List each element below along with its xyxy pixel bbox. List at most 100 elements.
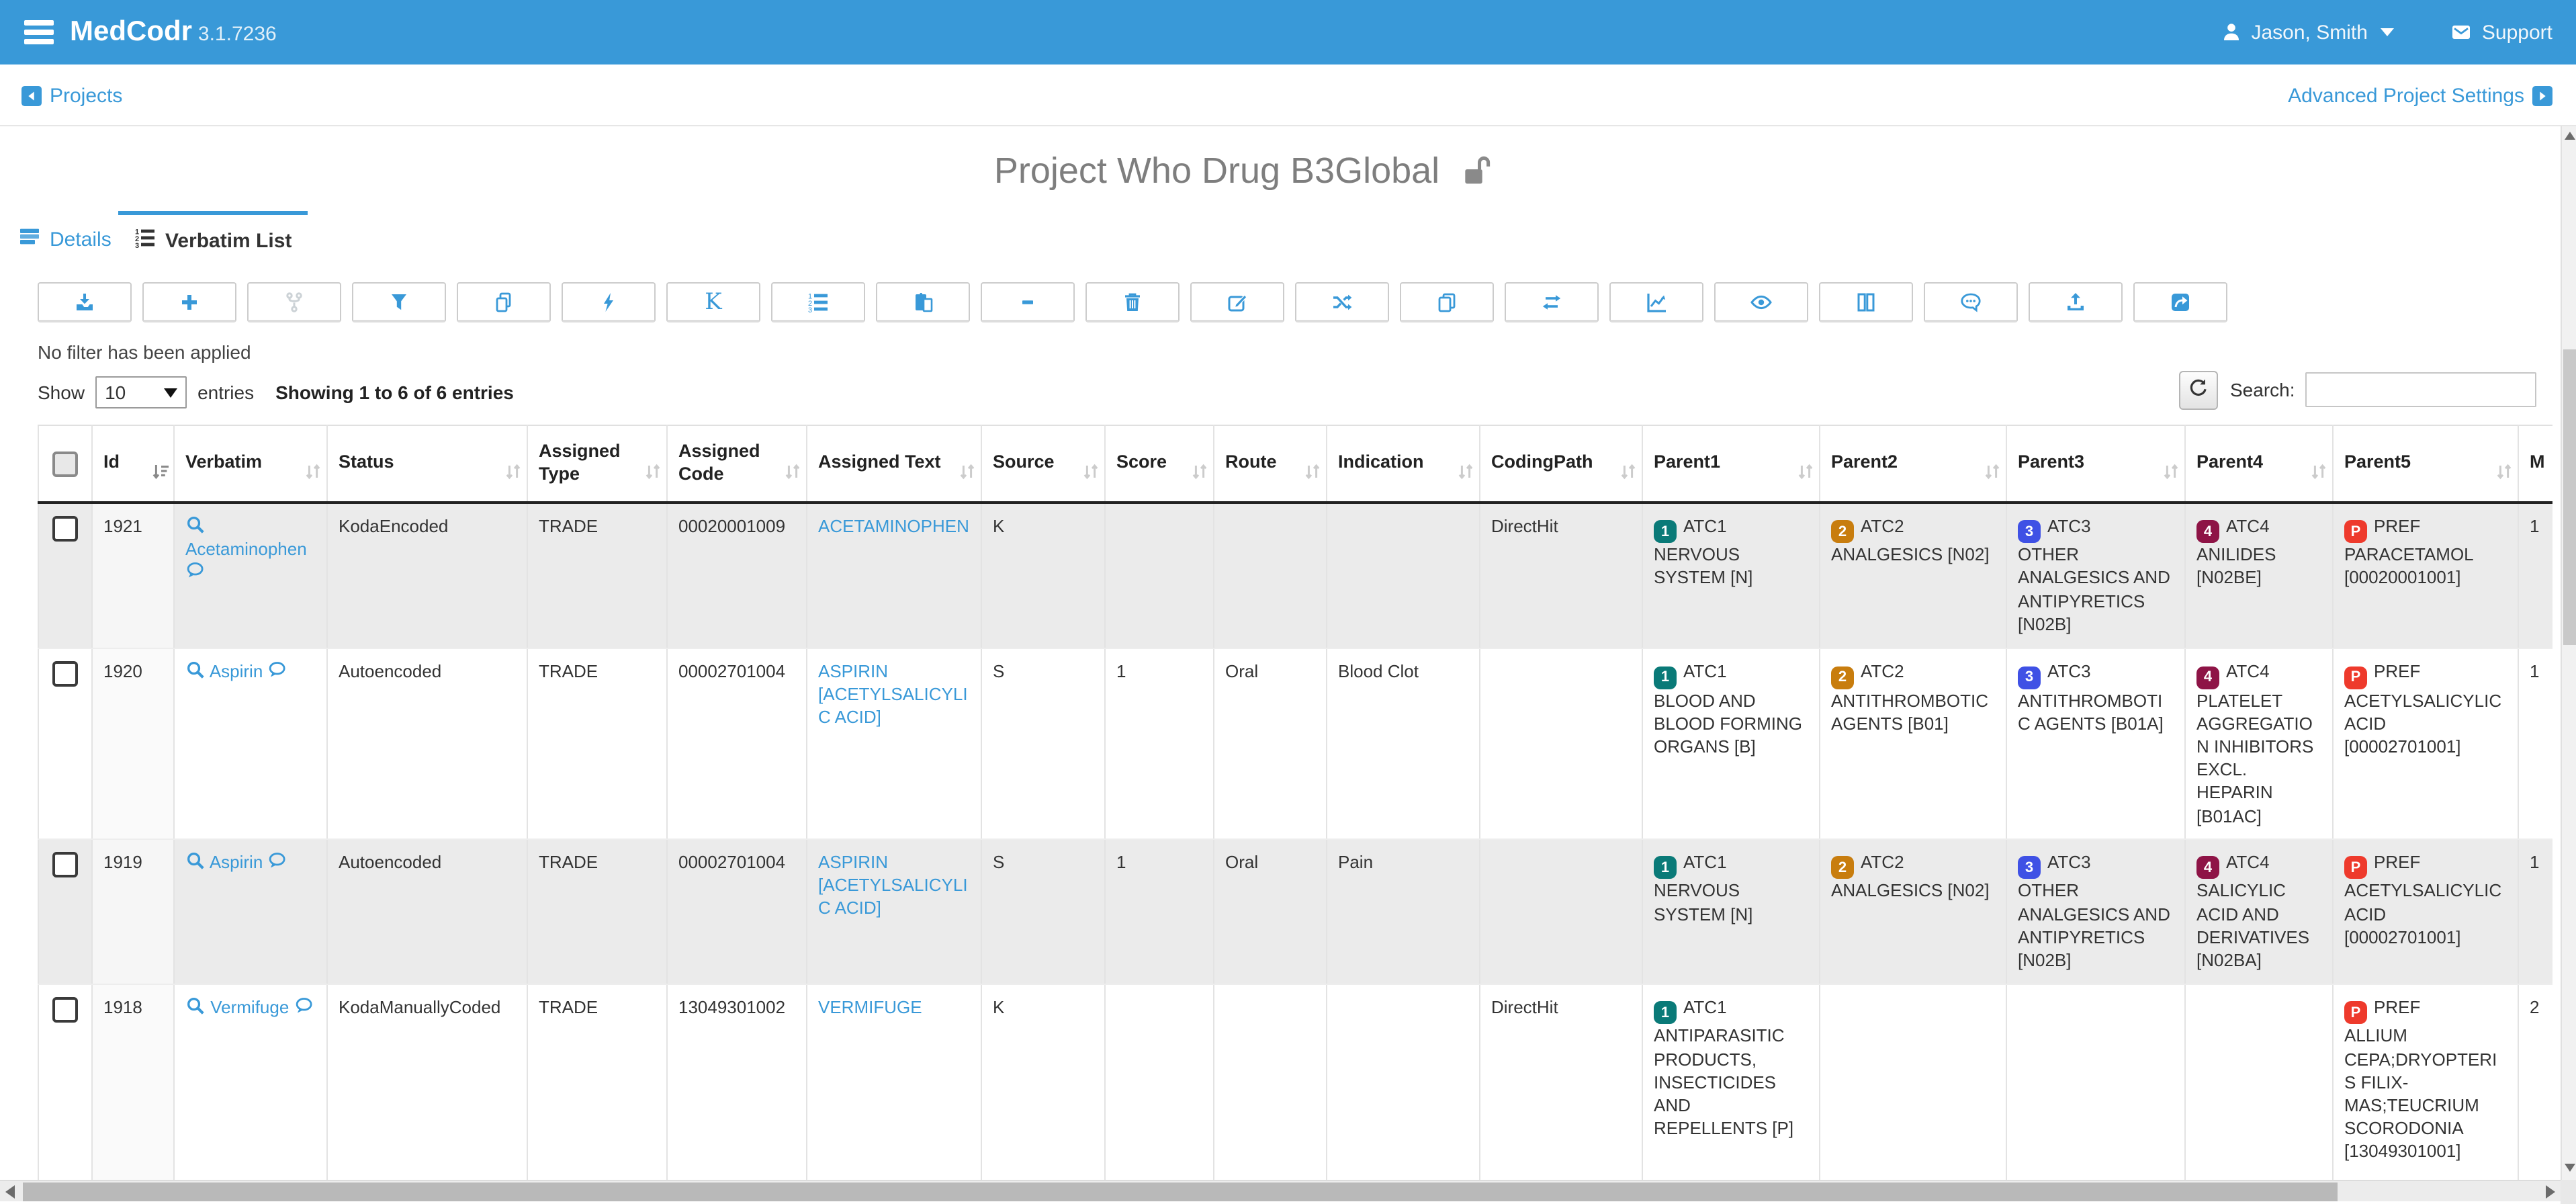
- shuffle-button[interactable]: [1295, 282, 1389, 322]
- column-header-parent3[interactable]: Parent3: [2006, 425, 2185, 502]
- column-header-score[interactable]: Score: [1105, 425, 1214, 502]
- column-header-parent2[interactable]: Parent2: [1820, 425, 2006, 502]
- column-header-verbatim[interactable]: Verbatim: [174, 425, 327, 502]
- level-badge: 4: [2196, 521, 2219, 544]
- column-header-parent1[interactable]: Parent1: [1642, 425, 1820, 502]
- scroll-right-icon[interactable]: [2546, 1185, 2555, 1199]
- column-header-id[interactable]: Id: [92, 425, 174, 502]
- scroll-up-icon[interactable]: [2565, 132, 2575, 140]
- cell-score: [1105, 502, 1214, 648]
- export-button[interactable]: [38, 282, 132, 322]
- cell-assigned-text: VERMIFUGE: [807, 984, 981, 1180]
- vertical-scrollbar[interactable]: [2561, 126, 2576, 1180]
- upload-button[interactable]: [2029, 282, 2123, 322]
- verbatim-link[interactable]: Vermifuge: [210, 996, 289, 1017]
- cell-parent2: [1820, 984, 2006, 1180]
- app-brand[interactable]: MedCodr: [70, 16, 192, 47]
- column-header-assigned_type[interactable]: Assigned Type: [527, 425, 667, 502]
- row-checkbox[interactable]: [52, 515, 78, 541]
- assigned-text-link[interactable]: ACETAMINOPHEN: [818, 515, 969, 535]
- paste-button[interactable]: [876, 282, 970, 322]
- fork-button[interactable]: [247, 282, 341, 322]
- support-link[interactable]: Support: [2451, 21, 2552, 44]
- column-header-assigned_code[interactable]: Assigned Code: [667, 425, 807, 502]
- paste-icon: [912, 291, 934, 312]
- select-all-checkbox[interactable]: [52, 452, 78, 477]
- search-input[interactable]: [2305, 372, 2536, 407]
- column-header-status[interactable]: Status: [327, 425, 527, 502]
- tab-details[interactable]: Details: [19, 226, 112, 253]
- tab-verbatim-list[interactable]: 123 Verbatim List: [118, 211, 308, 267]
- row-checkbox[interactable]: [52, 851, 78, 877]
- comment-button[interactable]: [1924, 282, 2018, 322]
- column-header-source[interactable]: Source: [981, 425, 1105, 502]
- horizontal-scrollbar[interactable]: [0, 1180, 2561, 1201]
- row-checkbox[interactable]: [52, 661, 78, 687]
- comment-icon[interactable]: [185, 560, 206, 580]
- comment-icon[interactable]: [268, 660, 288, 680]
- column-header-route[interactable]: Route: [1214, 425, 1327, 502]
- view-button[interactable]: [1714, 282, 1808, 322]
- column-header-m[interactable]: M: [2518, 425, 2552, 502]
- page-size-select[interactable]: 10: [95, 376, 187, 408]
- svg-text:3: 3: [808, 306, 812, 312]
- sort-icon: [2309, 460, 2328, 482]
- column-header-assigned_text[interactable]: Assigned Text: [807, 425, 981, 502]
- parent-text: PARACETAMOL [00020001001]: [2344, 544, 2507, 590]
- tab-details-label: Details: [50, 228, 112, 251]
- search-icon[interactable]: [185, 995, 206, 1015]
- parent-text: ALLIUM CEPA;DRYOPTERIS FILIX-MAS;TEUCRIU…: [2344, 1025, 2507, 1163]
- assigned-text-link[interactable]: ASPIRIN [ACETYLSALICYLIC ACID]: [818, 851, 968, 918]
- search-icon[interactable]: [185, 514, 206, 534]
- menu-icon[interactable]: [24, 21, 54, 44]
- column-header-parent5[interactable]: Parent5: [2333, 425, 2518, 502]
- column-header-indication[interactable]: Indication: [1327, 425, 1480, 502]
- parent-text: NERVOUS SYSTEM [N]: [1654, 879, 1808, 926]
- edit-button[interactable]: [1190, 282, 1284, 322]
- search-icon[interactable]: [185, 660, 206, 680]
- comment-icon[interactable]: [294, 995, 314, 1015]
- caret-square-left-icon: [21, 85, 42, 105]
- verbatim-link[interactable]: Aspirin: [210, 851, 263, 871]
- filter-button[interactable]: [352, 282, 446, 322]
- column-header-coding_path[interactable]: CodingPath: [1480, 425, 1642, 502]
- autocode-button[interactable]: [562, 282, 656, 322]
- parent-text: ACETYLSALICYLIC ACID [00002701001]: [2344, 879, 2507, 949]
- comment-icon[interactable]: [268, 850, 288, 870]
- sort-icon: [1081, 460, 1100, 482]
- ordered-list-button[interactable]: 123: [771, 282, 865, 322]
- chart-icon: [1646, 291, 1667, 312]
- unlock-icon[interactable]: [1462, 153, 1494, 185]
- refresh-button[interactable]: [2179, 371, 2218, 410]
- search-icon[interactable]: [185, 850, 206, 870]
- user-menu[interactable]: Jason, Smith: [2220, 21, 2394, 44]
- cell-indication: Blood Clot: [1327, 648, 1480, 838]
- row-checkbox[interactable]: [52, 996, 78, 1022]
- share-button[interactable]: [2133, 282, 2227, 322]
- vertical-scroll-thumb[interactable]: [2563, 349, 2576, 645]
- columns-button[interactable]: [1819, 282, 1913, 322]
- projects-link[interactable]: Projects: [21, 64, 122, 126]
- scroll-down-icon[interactable]: [2565, 1164, 2575, 1172]
- chart-button[interactable]: [1609, 282, 1703, 322]
- horizontal-scroll-thumb[interactable]: [23, 1182, 2338, 1201]
- assigned-text-link[interactable]: ASPIRIN [ACETYLSALICYLIC ACID]: [818, 661, 968, 728]
- delete-button[interactable]: [1085, 282, 1180, 322]
- koda-button[interactable]: K: [666, 282, 760, 322]
- scroll-left-icon[interactable]: [5, 1185, 15, 1199]
- table-row: 1918 Vermifuge KodaManuallyCodedTRADE130…: [38, 984, 2552, 1180]
- filter-icon: [388, 291, 410, 312]
- copy-button[interactable]: [1400, 282, 1494, 322]
- copy-pages-button[interactable]: [457, 282, 551, 322]
- add-button[interactable]: [142, 282, 236, 322]
- exchange-button[interactable]: [1505, 282, 1599, 322]
- column-header-parent4[interactable]: Parent4: [2185, 425, 2333, 502]
- verbatim-link[interactable]: Aspirin: [210, 661, 263, 681]
- page-title: Project Who Drug B3Global: [994, 150, 1439, 192]
- comment-icon: [1960, 291, 1982, 312]
- advanced-settings-link[interactable]: Advanced Project Settings: [2288, 64, 2552, 126]
- assigned-text-link[interactable]: VERMIFUGE: [818, 996, 922, 1017]
- minus-icon: [1017, 291, 1038, 312]
- remove-button[interactable]: [981, 282, 1075, 322]
- verbatim-link[interactable]: Acetaminophen: [185, 538, 307, 558]
